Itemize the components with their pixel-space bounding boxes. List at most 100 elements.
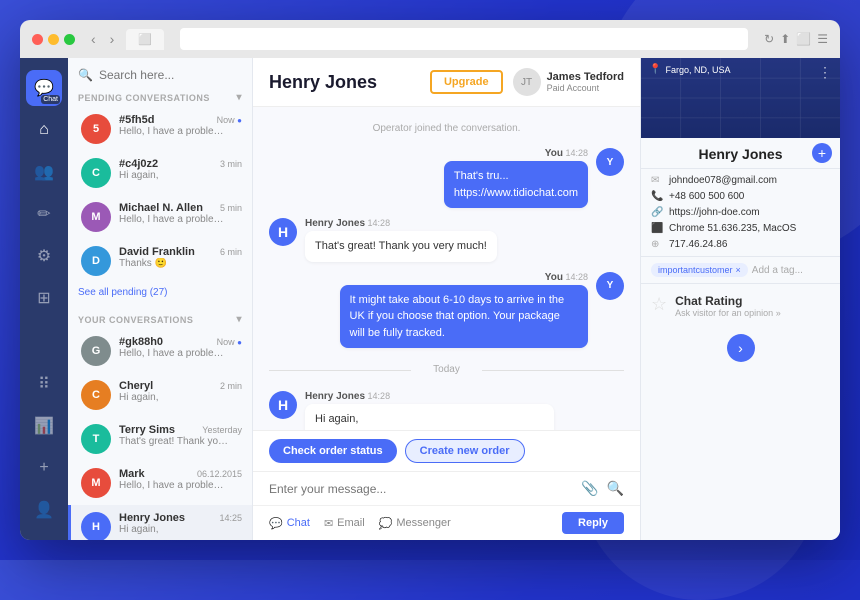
link-icon: 🔗 — [651, 207, 663, 218]
conv-item-michael[interactable]: M Michael N. Allen 5 min Hello, I have a… — [68, 195, 252, 239]
conv-item-5fh5d[interactable]: 5 #5fh5d Now ● Hello, I have a problem w… — [68, 107, 252, 151]
conv-item-david[interactable]: D David Franklin 6 min Thanks 🙂 — [68, 239, 252, 283]
add-icon: + — [39, 459, 48, 477]
messages-area[interactable]: Operator joined the conversation. Y You … — [253, 107, 640, 430]
agent-status: Paid Account — [547, 83, 624, 93]
apps-icon: ⠿ — [38, 374, 50, 394]
avatar: 5 — [81, 114, 111, 144]
conv-item-mark[interactable]: M Mark 06.12.2015 Hello, I have a proble… — [68, 461, 252, 505]
conv-item-henry[interactable]: H Henry Jones 14:25 Hi again, — [68, 505, 252, 540]
see-pending-btn[interactable]: See all pending (27) — [68, 283, 252, 302]
visitor-map: 📍 Fargo, ND, USA ⋮ H — [641, 58, 840, 138]
link-value: https://john-doe.com — [669, 207, 760, 218]
tab-messenger[interactable]: 💭 Messenger — [379, 517, 451, 530]
message-input-area: 📎 🔍 💬 Chat ✉ Email 💭 Messenger — [253, 471, 640, 540]
upgrade-button[interactable]: Upgrade — [430, 70, 503, 94]
chat-header: Henry Jones Upgrade JT James Tedford Pai… — [253, 58, 640, 107]
attachment-icon[interactable]: 📎 — [581, 480, 598, 497]
scroll-down-btn[interactable]: › — [727, 334, 755, 362]
pending-toggle[interactable]: ▾ — [236, 92, 242, 103]
browser-tab[interactable]: ⬜ — [126, 29, 164, 50]
pending-label: PENDING CONVERSATIONS — [78, 93, 210, 103]
conv-time: Now ● — [217, 337, 242, 347]
add-note-button[interactable]: + — [812, 143, 832, 163]
msg-avatar: H — [269, 218, 297, 246]
chat-rating-section: ☆ Chat Rating Ask visitor for an opinion… — [641, 284, 840, 328]
conv-item-terry[interactable]: T Terry Sims Yesterday That's great! Tha… — [68, 417, 252, 461]
conv-info: Cheryl 2 min Hi again, — [119, 380, 242, 403]
location-pin-icon: 📍 — [649, 64, 661, 75]
avatar: M — [81, 468, 111, 498]
msg-link[interactable]: https://www.tidiochat.com — [454, 187, 578, 199]
your-convs-toggle[interactable]: ▾ — [236, 314, 242, 325]
sidebar-item-sliders[interactable]: ⊞ — [26, 280, 62, 316]
refresh-icon[interactable]: ↻ — [764, 32, 774, 46]
msg-sender-time: You 14:28 — [444, 148, 588, 159]
conv-item-cheryl[interactable]: C Cheryl 2 min Hi again, — [68, 373, 252, 417]
users-icon: 👥 — [34, 162, 54, 182]
window-controls — [32, 34, 75, 45]
conv-time: Now ● — [217, 115, 242, 125]
maximize-btn[interactable] — [64, 34, 75, 45]
check-order-btn[interactable]: Check order status — [269, 439, 397, 463]
sidebar-item-apps[interactable]: ⠿ — [26, 366, 62, 402]
conv-item-c4j0z2[interactable]: C #c4j0z2 3 min Hi again, — [68, 151, 252, 195]
minimize-btn[interactable] — [48, 34, 59, 45]
chat-badge: Chat — [41, 95, 60, 104]
visitor-name-section: Henry Jones + — [641, 138, 840, 169]
sidebar-item-users[interactable]: 👥 — [26, 154, 62, 190]
sidebar-item-home[interactable]: ⌂ — [26, 112, 62, 148]
conv-name: Cheryl 2 min — [119, 380, 242, 392]
message-row: Y You 14:28 That's tru... https://www.ti… — [269, 148, 624, 208]
address-bar[interactable] — [180, 28, 748, 50]
map-menu-icon[interactable]: ⋮ — [818, 64, 832, 81]
visitor-location: 📍 Fargo, ND, USA — [649, 64, 730, 75]
reply-button[interactable]: Reply — [562, 512, 624, 534]
share-icon[interactable]: ⬆ — [780, 32, 790, 46]
sidebar-item-add[interactable]: + — [26, 450, 62, 486]
sidebar-item-person[interactable]: 👤 — [26, 492, 62, 528]
browser-value: Chrome 51.636.235, MacOS — [669, 223, 796, 234]
back-btn[interactable]: ‹ — [87, 29, 100, 49]
search-message-icon[interactable]: 🔍 — [607, 480, 624, 497]
window-icon[interactable]: ⬜ — [796, 32, 811, 46]
forward-btn[interactable]: › — [106, 29, 119, 49]
chat-main: Henry Jones Upgrade JT James Tedford Pai… — [253, 58, 640, 540]
detail-email: ✉ johndoe078@gmail.com — [651, 175, 830, 186]
menu-icon[interactable]: ☰ — [817, 32, 828, 46]
add-tag-btn[interactable]: Add a tag... — [752, 265, 803, 276]
message-input[interactable] — [269, 482, 573, 496]
right-panel: 📍 Fargo, ND, USA ⋮ H Henry Jones + ✉ joh… — [640, 58, 840, 540]
sidebar-item-edit[interactable]: ✏ — [26, 196, 62, 232]
msg-sender-time: You 14:28 — [340, 272, 589, 283]
tag-item: importantcustomer × — [651, 263, 748, 277]
conversations-panel: 🔍 PENDING CONVERSATIONS ▾ 5 #5fh5d Now ●… — [68, 58, 253, 540]
conv-time: 3 min — [220, 159, 242, 169]
detail-ip: ⊕ 717.46.24.86 — [651, 239, 830, 250]
nav-buttons: ‹ › — [87, 29, 118, 49]
search-input[interactable] — [99, 68, 253, 82]
sidebar-item-chat[interactable]: 💬 Chat — [26, 70, 62, 106]
tag-remove-icon[interactable]: × — [736, 265, 741, 275]
tab-chat[interactable]: 💬 Chat — [269, 517, 310, 530]
msg-sender-time: Henry Jones 14:28 — [305, 391, 554, 402]
search-icon: 🔍 — [78, 68, 93, 82]
conv-time: Yesterday — [202, 425, 242, 435]
sidebar-item-chart[interactable]: 📊 — [26, 408, 62, 444]
msg-content: You 14:28 That's tru... https://www.tidi… — [444, 148, 588, 208]
create-order-btn[interactable]: Create new order — [405, 439, 525, 463]
sidebar-item-settings[interactable]: ⚙ — [26, 238, 62, 274]
tab-email[interactable]: ✉ Email — [324, 517, 365, 530]
your-convs-label: YOUR CONVERSATIONS — [78, 315, 193, 325]
conv-preview: Hello, I have a problem with my wid... — [119, 126, 229, 137]
sidebar-nav: 💬 Chat ⌂ 👥 ✏ ⚙ ⊞ ⠿ 📊 — [20, 58, 68, 540]
message-row: H Henry Jones 14:28 That's great! Thank … — [269, 218, 624, 262]
close-btn[interactable] — [32, 34, 43, 45]
conv-name: Henry Jones 14:25 — [119, 512, 242, 524]
avatar: M — [81, 202, 111, 232]
tags-section: importantcustomer × Add a tag... — [641, 257, 840, 284]
email-value: johndoe078@gmail.com — [669, 175, 777, 186]
star-icon[interactable]: ☆ — [651, 294, 667, 315]
conv-item-gk88h0[interactable]: G #gk88h0 Now ● Hello, I have a problem … — [68, 329, 252, 373]
tag-label: importantcustomer — [658, 265, 733, 275]
